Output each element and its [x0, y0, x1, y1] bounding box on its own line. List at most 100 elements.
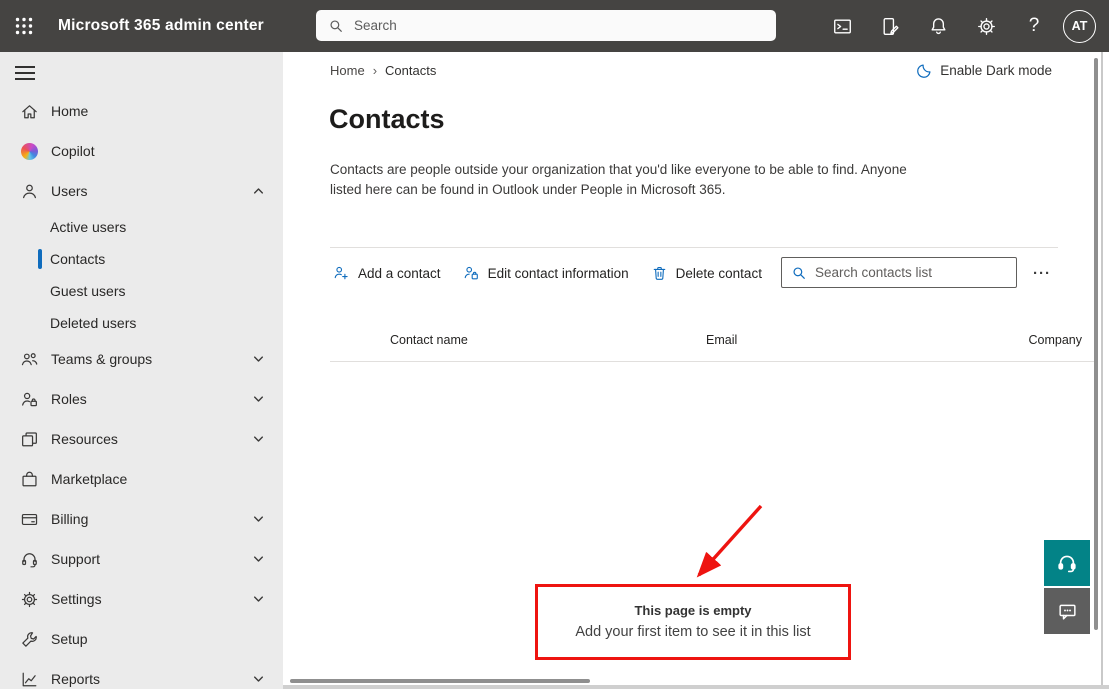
column-company[interactable]: Company [1029, 333, 1083, 347]
home-icon [20, 102, 39, 121]
sidebar-item-marketplace[interactable]: Marketplace [0, 459, 283, 499]
sidebar-item-label: Reports [51, 671, 100, 687]
chevron-up-icon [252, 185, 265, 198]
sidebar-item-label: Guest users [50, 283, 125, 299]
sidebar-item-resources[interactable]: Resources [0, 419, 283, 459]
contacts-toolbar: Add a contact Edit contact information [333, 254, 762, 292]
chevron-down-icon [252, 353, 265, 366]
sidebar-item-billing[interactable]: Billing [0, 499, 283, 539]
resources-icon [20, 430, 39, 449]
waffle-icon [14, 16, 34, 36]
roles-icon [20, 390, 39, 409]
global-search[interactable] [316, 10, 776, 41]
column-email[interactable]: Email [706, 333, 737, 347]
terminal-button[interactable] [818, 0, 866, 52]
sidebar-item-guest-users[interactable]: Guest users [0, 275, 283, 307]
column-contact-name[interactable]: Contact name [390, 333, 468, 347]
horizontal-scrollbar-track [283, 685, 1109, 689]
empty-state-title: This page is empty [538, 603, 848, 618]
top-bar-actions: ? AT [818, 0, 1109, 52]
sidebar-item-label: Home [51, 103, 88, 119]
comment-icon [1057, 601, 1078, 622]
sidebar-item-label: Marketplace [51, 471, 127, 487]
sidebar-item-label: Teams & groups [51, 351, 152, 367]
chevron-down-icon [252, 513, 265, 526]
search-icon [328, 18, 344, 34]
reports-icon [20, 670, 39, 689]
edit-contact-button[interactable]: Edit contact information [463, 265, 629, 282]
top-bar: Microsoft 365 admin center [0, 0, 1109, 52]
breadcrumb-current: Contacts [385, 63, 436, 78]
help-button[interactable]: ? [1010, 0, 1058, 52]
mobile-app-button[interactable] [866, 0, 914, 52]
users-icon [20, 182, 39, 201]
gear-icon [976, 16, 997, 37]
app-launcher-button[interactable] [0, 0, 48, 52]
help-icon: ? [1029, 15, 1040, 37]
sidebar-item-setup[interactable]: Setup [0, 619, 283, 659]
more-actions-button[interactable]: ··· [1025, 260, 1059, 286]
breadcrumb: Home › Contacts [330, 63, 436, 78]
account-avatar[interactable]: AT [1063, 10, 1096, 43]
chevron-down-icon [252, 593, 265, 606]
page-description-line: listed here can be found in Outlook unde… [330, 180, 907, 200]
table-header-divider [330, 361, 1096, 362]
horizontal-scrollbar-thumb[interactable] [290, 679, 590, 683]
sidebar-item-label: Copilot [51, 143, 95, 159]
sidebar-item-roles[interactable]: Roles [0, 379, 283, 419]
edit-contact-label: Edit contact information [488, 266, 629, 281]
settings-button[interactable] [962, 0, 1010, 52]
sidebar-item-support[interactable]: Support [0, 539, 283, 579]
delete-contact-label: Delete contact [676, 266, 762, 281]
help-support-button[interactable] [1044, 540, 1090, 586]
sidebar-item-reports[interactable]: Reports [0, 659, 283, 689]
vertical-scrollbar-track[interactable] [1101, 52, 1103, 689]
sidebar-item-contacts[interactable]: Contacts [0, 243, 283, 275]
page-description: Contacts are people outside your organiz… [330, 160, 907, 200]
contacts-search-input[interactable] [815, 265, 1000, 280]
sidebar-item-label: Resources [51, 431, 118, 447]
bell-icon [928, 16, 949, 37]
left-navigation: Home Copilot UsersActive users Contacts Gues… [0, 52, 283, 689]
feedback-button[interactable] [1044, 588, 1090, 634]
sidebar-item-label: Settings [51, 591, 102, 607]
sidebar-item-users[interactable]: Users [0, 171, 283, 211]
mobile-app-icon [880, 16, 901, 37]
notifications-button[interactable] [914, 0, 962, 52]
vertical-scrollbar-thumb[interactable] [1094, 58, 1098, 630]
chevron-down-icon [252, 553, 265, 566]
sidebar-item-copilot[interactable]: Copilot [0, 131, 283, 171]
empty-state-annotation-box: This page is empty Add your first item t… [535, 584, 851, 660]
chevron-down-icon [252, 393, 265, 406]
collapse-nav-button[interactable] [15, 62, 39, 82]
search-icon [791, 265, 807, 281]
sidebar-item-active-users[interactable]: Active users [0, 211, 283, 243]
dark-mode-toggle[interactable]: Enable Dark mode [916, 62, 1052, 79]
sidebar-item-settings[interactable]: Settings [0, 579, 283, 619]
nav-list: Home Copilot UsersActive users Contacts Gues… [0, 91, 283, 689]
moon-icon [916, 62, 933, 79]
m365-admin-center-window: Microsoft 365 admin center [0, 0, 1109, 689]
settings-icon [20, 590, 39, 609]
contacts-search-box[interactable] [781, 257, 1017, 288]
global-search-input[interactable] [354, 18, 734, 33]
sidebar-item-label: Roles [51, 391, 87, 407]
sidebar-item-home[interactable]: Home [0, 91, 283, 131]
contacts-table-header: Contact name Email Company [283, 333, 1109, 355]
add-person-icon [333, 265, 350, 282]
delete-contact-button[interactable]: Delete contact [651, 265, 762, 282]
edit-person-icon [463, 265, 480, 282]
trash-icon [651, 265, 668, 282]
page-title: Contacts [329, 104, 445, 135]
sidebar-item-deleted-users[interactable]: Deleted users [0, 307, 283, 339]
add-contact-button[interactable]: Add a contact [333, 265, 441, 282]
chevron-down-icon [252, 433, 265, 446]
sidebar-item-label: Contacts [50, 251, 105, 267]
page-description-line: Contacts are people outside your organiz… [330, 160, 907, 180]
selected-indicator [38, 249, 42, 269]
billing-icon [20, 510, 39, 529]
sidebar-item-teams-groups[interactable]: Teams & groups [0, 339, 283, 379]
empty-state-subtitle: Add your first item to see it in this li… [538, 624, 848, 640]
headset-icon [1056, 552, 1078, 574]
breadcrumb-home-link[interactable]: Home [330, 63, 365, 78]
